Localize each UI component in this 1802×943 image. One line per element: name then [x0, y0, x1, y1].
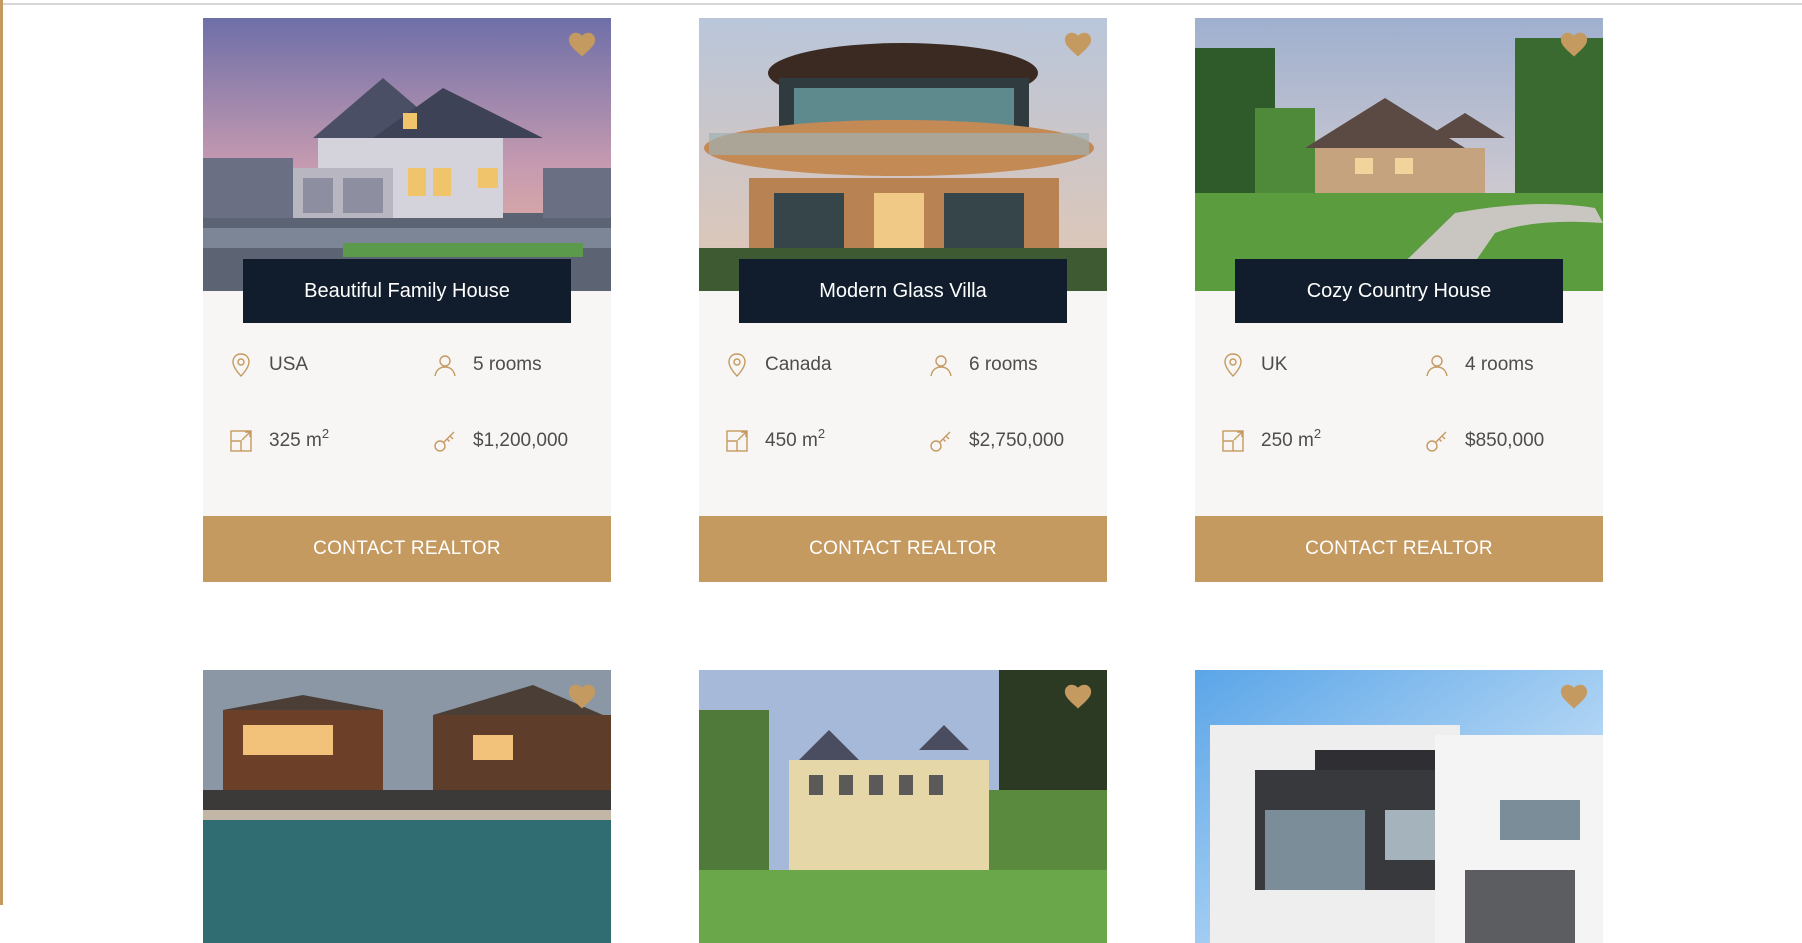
- listing-title: Cozy Country House: [1235, 259, 1563, 323]
- person-icon: [434, 355, 456, 377]
- rooms-label: 4 rooms: [1465, 354, 1534, 375]
- listing-details: USA 5 rooms 325 m2 $1,200,000: [203, 291, 611, 516]
- heart-icon[interactable]: [567, 30, 597, 58]
- location-pin-icon: [232, 353, 250, 377]
- person-icon: [930, 355, 952, 377]
- price: $1,200,000: [431, 427, 568, 455]
- contact-realtor-button[interactable]: CONTACT REALTOR: [203, 516, 611, 582]
- location: UK: [1219, 351, 1287, 379]
- price: $2,750,000: [927, 427, 1064, 455]
- property-photo: [699, 18, 1107, 291]
- family-house-image: [203, 18, 611, 291]
- rooms-label: 6 rooms: [969, 354, 1038, 375]
- area-icon: [726, 430, 748, 452]
- price-label: $850,000: [1465, 430, 1545, 451]
- key-icon: [434, 431, 455, 452]
- contact-realtor-button[interactable]: CONTACT REALTOR: [699, 516, 1107, 582]
- key-icon: [930, 431, 951, 452]
- location-label: UK: [1261, 354, 1288, 375]
- area: 250 m2: [1219, 426, 1322, 455]
- listing-card: [203, 670, 611, 943]
- price-label: $2,750,000: [969, 430, 1065, 451]
- area-label: 250 m2: [1261, 426, 1322, 451]
- heart-icon[interactable]: [1559, 682, 1589, 710]
- rooms-label: 5 rooms: [473, 354, 542, 375]
- property-photo: [203, 18, 611, 291]
- listing-details: UK 4 rooms 250 m2 $850,000: [1195, 291, 1603, 516]
- left-accent-border: [0, 0, 3, 905]
- listing-card: Cozy Country House UK 4 rooms 250 m2 $85…: [1195, 18, 1603, 582]
- modern-house-image: [1195, 670, 1603, 943]
- property-photo: [1195, 18, 1603, 291]
- area-icon: [230, 430, 252, 452]
- property-photo: [1195, 670, 1603, 943]
- location: USA: [227, 351, 308, 379]
- listing-card: [1195, 670, 1603, 943]
- rooms: 6 rooms: [927, 351, 1038, 379]
- area-label: 325 m2: [269, 426, 330, 451]
- location-pin-icon: [728, 353, 746, 377]
- rooms: 4 rooms: [1423, 351, 1534, 379]
- heart-icon[interactable]: [1063, 30, 1093, 58]
- top-border: [0, 3, 1802, 5]
- listing-title: Modern Glass Villa: [739, 259, 1067, 323]
- country-house-image: [1195, 18, 1603, 291]
- location: Canada: [723, 351, 832, 379]
- glass-villa-image: [699, 18, 1107, 291]
- rooms: 5 rooms: [431, 351, 542, 379]
- heart-icon[interactable]: [567, 682, 597, 710]
- listing-grid: Beautiful Family House USA 5 rooms 325 m…: [203, 18, 1603, 943]
- area-label: 450 m2: [765, 426, 826, 451]
- price: $850,000: [1423, 427, 1544, 455]
- lodge-pool-image: [203, 670, 611, 943]
- listing-details: Canada 6 rooms 450 m2 $2,750,000: [699, 291, 1107, 516]
- chateau-image: [699, 670, 1107, 943]
- heart-icon[interactable]: [1559, 30, 1589, 58]
- location-pin-icon: [1224, 353, 1242, 377]
- location-label: Canada: [765, 354, 832, 375]
- property-photo: [203, 670, 611, 943]
- location-label: USA: [269, 354, 309, 375]
- area-icon: [1222, 430, 1244, 452]
- listing-title: Beautiful Family House: [243, 259, 571, 323]
- person-icon: [1426, 355, 1448, 377]
- listing-card: Modern Glass Villa Canada 6 rooms 450 m2…: [699, 18, 1107, 582]
- listing-card: Beautiful Family House USA 5 rooms 325 m…: [203, 18, 611, 582]
- listing-card: [699, 670, 1107, 943]
- key-icon: [1426, 431, 1447, 452]
- property-photo: [699, 670, 1107, 943]
- heart-icon[interactable]: [1063, 682, 1093, 710]
- area: 325 m2: [227, 426, 330, 455]
- contact-realtor-button[interactable]: CONTACT REALTOR: [1195, 516, 1603, 582]
- area: 450 m2: [723, 426, 826, 455]
- price-label: $1,200,000: [473, 430, 569, 451]
